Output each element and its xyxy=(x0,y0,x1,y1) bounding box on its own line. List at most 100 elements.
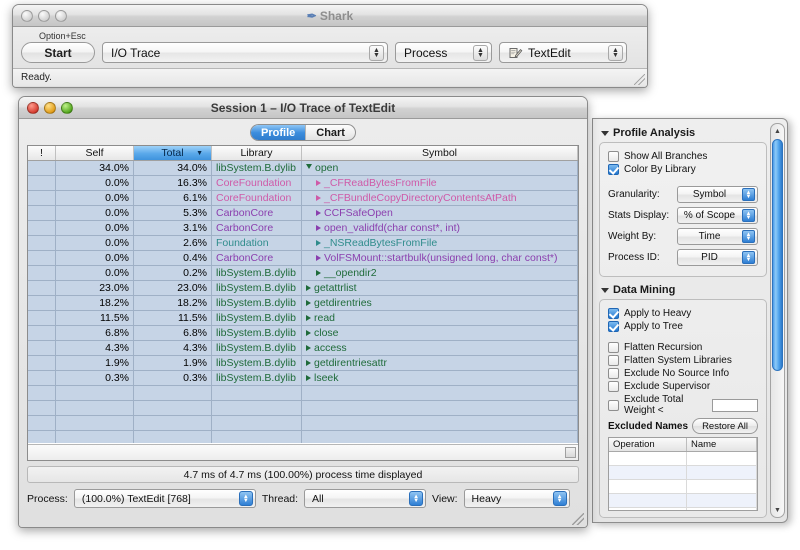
close-button[interactable] xyxy=(27,101,39,114)
checkbox-icon[interactable] xyxy=(608,342,619,353)
zoom-button[interactable] xyxy=(61,101,73,114)
table-row[interactable]: 0.0% 0.2% libSystem.B.dylib __opendir2 xyxy=(28,266,578,281)
checkbox-exclude-no-source-info[interactable]: Exclude No Source Info xyxy=(608,368,758,379)
minimize-button[interactable] xyxy=(44,101,56,114)
profile-table[interactable]: ! Self Total ▼ Library Symbol 34.0% 34.0%… xyxy=(27,145,579,461)
horizontal-scrollbar[interactable] xyxy=(28,444,578,460)
disclosure-closed-icon[interactable] xyxy=(306,330,311,336)
inspector-scrollbar[interactable]: ▲ ▼ xyxy=(770,123,785,518)
disclosure-closed-icon[interactable] xyxy=(316,210,321,216)
profile-table-body[interactable]: 34.0% 34.0% libSystem.B.dylib open 0.0% 16.3%… xyxy=(28,161,578,443)
checkbox-exclude-supervisor[interactable]: Exclude Supervisor xyxy=(608,381,758,392)
config-popup[interactable]: I/O Trace ▲ ▼ xyxy=(102,42,388,63)
disclosure-closed-icon[interactable] xyxy=(316,180,321,186)
session-window[interactable]: Session 1 – I/O Trace of TextEdit Profil… xyxy=(18,96,588,528)
target-popup[interactable]: Process ▲ ▼ xyxy=(395,42,492,63)
table-row[interactable]: 4.3% 4.3% libSystem.B.dylib access xyxy=(28,341,578,356)
table-row[interactable]: 6.8% 6.8% libSystem.B.dylib close xyxy=(28,326,578,341)
close-button[interactable] xyxy=(21,9,33,22)
table-row[interactable] xyxy=(609,466,757,480)
table-row[interactable]: 0.0% 2.6% Foundation _NSReadBytesFromFile xyxy=(28,236,578,251)
table-row[interactable] xyxy=(609,480,757,494)
checkbox-exclude-total-weight[interactable]: Exclude Total Weight < xyxy=(608,394,758,416)
table-row[interactable]: 34.0% 34.0% libSystem.B.dylib open xyxy=(28,161,578,176)
shark-titlebar[interactable]: ✒ Shark xyxy=(13,5,647,27)
minimize-button[interactable] xyxy=(38,9,50,22)
scrollbar-thumb[interactable] xyxy=(772,139,783,371)
checkbox-icon[interactable] xyxy=(608,399,619,411)
column-header-symbol[interactable]: Symbol xyxy=(302,146,578,160)
table-row[interactable]: 0.0% 16.3% CoreFoundation _CFReadBytesFromF… xyxy=(28,176,578,191)
checkbox-color-by-library[interactable]: Color By Library xyxy=(608,164,758,175)
weight-by-popup[interactable]: Time ▲ ▼ xyxy=(677,228,758,245)
window-controls-inactive[interactable] xyxy=(13,9,67,22)
column-header-bang[interactable]: ! xyxy=(28,146,56,160)
scroll-up-icon[interactable]: ▲ xyxy=(771,124,784,138)
exclude-total-weight-input[interactable] xyxy=(712,398,758,412)
column-header-operation[interactable]: Operation xyxy=(609,438,687,451)
table-row[interactable] xyxy=(609,508,757,510)
table-row[interactable]: 0.0% 3.1% CarbonCore open_validfd(char cons… xyxy=(28,221,578,236)
table-row[interactable] xyxy=(609,452,757,466)
disclosure-closed-icon[interactable] xyxy=(316,195,321,201)
table-row[interactable]: 0.0% 5.3% CarbonCore CCFSafeOpen xyxy=(28,206,578,221)
resize-grip[interactable] xyxy=(634,74,645,85)
table-row[interactable]: 23.0% 23.0% libSystem.B.dylib getattrlist xyxy=(28,281,578,296)
checkbox-icon[interactable] xyxy=(608,368,619,379)
restore-all-button[interactable]: Restore All xyxy=(692,418,758,434)
stats-display-popup[interactable]: % of Scope ▲ ▼ xyxy=(677,207,758,224)
checkbox-icon[interactable] xyxy=(608,381,619,392)
column-header-name[interactable]: Name xyxy=(687,438,757,451)
scroll-down-icon[interactable]: ▼ xyxy=(771,503,784,517)
view-popup[interactable]: Heavy ▲ ▼ xyxy=(463,489,570,508)
column-header-total[interactable]: Total ▼ xyxy=(134,146,212,160)
checkbox-apply-to-heavy[interactable]: Apply to Heavy xyxy=(608,308,758,319)
process-id-popup[interactable]: PID ▲ ▼ xyxy=(677,249,758,266)
column-header-library[interactable]: Library xyxy=(212,146,302,160)
table-row[interactable] xyxy=(28,416,578,431)
disclosure-closed-icon[interactable] xyxy=(316,255,321,261)
table-row[interactable]: 18.2% 18.2% libSystem.B.dylib getdirentries xyxy=(28,296,578,311)
resize-grip[interactable] xyxy=(572,513,584,525)
checkbox-apply-to-tree[interactable]: Apply to Tree xyxy=(608,321,758,332)
table-row[interactable] xyxy=(609,494,757,508)
table-row[interactable]: 0.3% 0.3% libSystem.B.dylib lseek xyxy=(28,371,578,386)
disclosure-closed-icon[interactable] xyxy=(306,285,311,291)
table-row[interactable] xyxy=(28,386,578,401)
checkbox-flatten-system-libraries[interactable]: Flatten System Libraries xyxy=(608,355,758,366)
checkbox-icon[interactable] xyxy=(608,151,619,162)
checkbox-icon[interactable] xyxy=(608,355,619,366)
column-header-self[interactable]: Self xyxy=(56,146,134,160)
checkbox-checked-icon[interactable] xyxy=(608,308,619,319)
data-mining-disclosure[interactable]: Data Mining xyxy=(601,284,767,296)
table-row[interactable]: 1.9% 1.9% libSystem.B.dylib getdirentriesat… xyxy=(28,356,578,371)
thread-popup[interactable]: All ▲ ▼ xyxy=(304,489,427,508)
excluded-names-table[interactable]: Operation Name xyxy=(608,437,758,511)
disclosure-closed-icon[interactable] xyxy=(316,240,321,246)
checkbox-checked-icon[interactable] xyxy=(608,164,619,175)
scrollbar-thumb[interactable] xyxy=(565,447,576,458)
disclosure-closed-icon[interactable] xyxy=(316,225,321,231)
disclosure-closed-icon[interactable] xyxy=(306,360,311,366)
disclosure-closed-icon[interactable] xyxy=(316,270,321,276)
profile-analysis-disclosure[interactable]: Profile Analysis xyxy=(601,127,767,139)
inspector-drawer[interactable]: Profile Analysis Show All Branches Color… xyxy=(592,118,788,523)
tab-profile[interactable]: Profile xyxy=(251,125,307,140)
start-button[interactable]: Start xyxy=(21,42,95,63)
table-row[interactable] xyxy=(28,401,578,416)
disclosure-closed-icon[interactable] xyxy=(306,375,311,381)
table-row[interactable]: 0.0% 0.4% CarbonCore VolFSMount::startbulk(… xyxy=(28,251,578,266)
granularity-popup[interactable]: Symbol ▲ ▼ xyxy=(677,186,758,203)
disclosure-closed-icon[interactable] xyxy=(306,345,311,351)
session-titlebar[interactable]: Session 1 – I/O Trace of TextEdit xyxy=(19,97,587,119)
shark-main-window[interactable]: ✒ Shark Option+Esc Start I/O Trace ▲ ▼ Pro… xyxy=(12,4,648,88)
disclosure-open-icon[interactable] xyxy=(306,164,312,172)
zoom-button[interactable] xyxy=(55,9,67,22)
checkbox-checked-icon[interactable] xyxy=(608,321,619,332)
table-row[interactable] xyxy=(28,431,578,443)
table-row[interactable]: 0.0% 6.1% CoreFoundation _CFBundleCopyDirec… xyxy=(28,191,578,206)
checkbox-flatten-recursion[interactable]: Flatten Recursion xyxy=(608,342,758,353)
table-row[interactable]: 11.5% 11.5% libSystem.B.dylib read xyxy=(28,311,578,326)
checkbox-show-all-branches[interactable]: Show All Branches xyxy=(608,151,758,162)
disclosure-closed-icon[interactable] xyxy=(306,300,311,306)
